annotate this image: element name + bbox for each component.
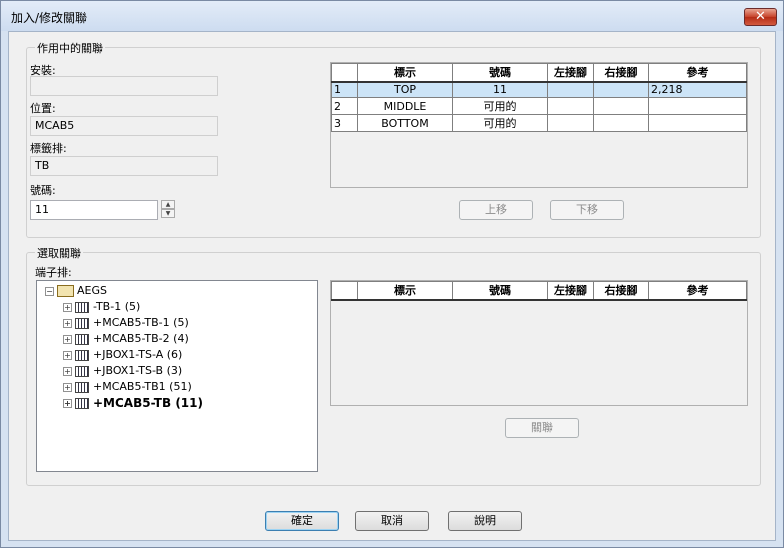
table-row[interactable]: 1 TOP 11 2,218 [331,81,747,98]
row-number-header [331,281,358,301]
row-number: 2 [331,97,358,115]
cell-right-pin[interactable] [593,114,649,132]
tree-item[interactable]: + +MCAB5-TB-2 (4) [63,331,189,347]
terminal-block-icon [75,317,89,329]
col-number-header[interactable]: 號碼 [452,63,548,83]
terminal-strip-tree[interactable]: − AEGS + -TB-1 (5) + +MCAB5-TB-1 (5) + +MCAB… [36,280,318,472]
tree-item[interactable]: + +JBOX1-TS-B (3) [63,363,182,379]
terminal-block-icon [75,349,89,361]
col-left-pin-header[interactable]: 左接腳 [547,63,594,83]
window-title: 加入/修改關聯 [11,11,88,25]
title-bar: 加入/修改關聯 ✕ [1,1,783,31]
tree-item-current[interactable]: + +MCAB5-TB (11) [63,395,203,411]
spin-down-icon[interactable]: ▼ [161,209,175,218]
number-spinner[interactable]: ▲ ▼ [161,200,175,218]
strip-label: 標籤排: [30,142,67,155]
cell-left-pin[interactable] [547,81,594,98]
cell-number[interactable]: 11 [452,81,548,98]
location-field: MCAB5 [30,116,218,136]
strip-field: TB [30,156,218,176]
spin-up-icon[interactable]: ▲ [161,200,175,209]
cell-right-pin[interactable] [593,81,649,98]
col-right-pin-header[interactable]: 右接腳 [593,281,649,301]
tree-item[interactable]: + +MCAB5-TB1 (51) [63,379,192,395]
tree-root[interactable]: − AEGS [45,283,107,299]
tree-item[interactable]: + +MCAB5-TB-1 (5) [63,315,189,331]
table-row[interactable]: 3 BOTTOM 可用的 [331,114,747,132]
select-table-header: 標示 號碼 左接腳 右接腳 參考 [331,281,747,301]
cell-reference[interactable]: 2,218 [648,81,747,98]
col-number-header[interactable]: 號碼 [452,281,548,301]
terminal-strip-label: 端子排: [35,266,72,279]
active-table-header: 標示 號碼 左接腳 右接腳 參考 [331,63,747,83]
tree-item-label: -TB-1 (5) [93,300,141,313]
col-reference-header[interactable]: 參考 [648,281,747,301]
terminal-block-icon [75,398,89,409]
tree-item-label: +MCAB5-TB1 (51) [93,380,192,393]
tree-item-label: +MCAB5-TB-2 (4) [93,332,189,345]
select-group-label: 選取關聯 [35,245,83,261]
cell-tag[interactable]: MIDDLE [357,97,453,115]
active-group-label: 作用中的關聯 [35,40,105,56]
cancel-button[interactable]: 取消 [355,511,429,531]
terminal-block-icon [75,333,89,345]
collapse-icon[interactable]: − [45,286,54,296]
location-label: 位置: [30,102,56,115]
col-reference-header[interactable]: 參考 [648,63,747,83]
dialog-window: 加入/修改關聯 ✕ 作用中的關聯 安裝: 位置: MCAB5 標籤排: TB 號… [0,0,784,548]
cell-reference[interactable] [648,97,747,115]
terminal-block-icon [75,301,89,313]
ok-button[interactable]: 確定 [265,511,339,531]
move-up-button[interactable]: 上移 [459,200,533,220]
project-icon [57,285,74,297]
expand-icon[interactable]: + [63,350,72,360]
expand-icon[interactable]: + [63,399,72,408]
tree-item-label: +MCAB5-TB-1 (5) [93,316,189,329]
tree-root-label: AEGS [77,284,107,297]
cell-reference[interactable] [648,114,747,132]
tree-item[interactable]: + -TB-1 (5) [63,299,140,315]
col-left-pin-header[interactable]: 左接腳 [547,281,594,301]
cell-tag[interactable]: BOTTOM [357,114,453,132]
col-right-pin-header[interactable]: 右接腳 [593,63,649,83]
expand-icon[interactable]: + [63,334,72,344]
expand-icon[interactable]: + [63,302,72,312]
cell-left-pin[interactable] [547,97,594,115]
col-tag-header[interactable]: 標示 [357,63,453,83]
number-label: 號碼: [30,184,56,197]
row-number: 3 [331,114,358,132]
select-table: 標示 號碼 左接腳 右接腳 參考 [331,281,747,301]
cell-number[interactable]: 可用的 [452,114,548,132]
number-input[interactable]: 11 [30,200,158,220]
tree-item-label: +JBOX1-TS-B (3) [93,364,183,377]
cell-tag[interactable]: TOP [357,81,453,98]
link-button[interactable]: 關聯 [505,418,579,438]
active-table: 標示 號碼 左接腳 右接腳 參考 1 TOP 11 2,218 2 MIDDLE [331,63,747,132]
expand-icon[interactable]: + [63,366,72,376]
close-button[interactable]: ✕ [744,8,777,26]
install-field [30,76,218,96]
help-button[interactable]: 說明 [448,511,522,531]
tree-item[interactable]: + +JBOX1-TS-A (6) [63,347,182,363]
tree-item-label: +MCAB5-TB (11) [93,396,203,410]
expand-icon[interactable]: + [63,382,72,392]
tree-item-label: +JBOX1-TS-A (6) [93,348,183,361]
col-tag-header[interactable]: 標示 [357,281,453,301]
cell-right-pin[interactable] [593,97,649,115]
row-number: 1 [331,81,358,98]
row-number-header [331,63,358,83]
active-grid[interactable]: 標示 號碼 左接腳 右接腳 參考 1 TOP 11 2,218 2 MIDDLE [330,62,748,188]
table-row[interactable]: 2 MIDDLE 可用的 [331,97,747,115]
cell-left-pin[interactable] [547,114,594,132]
cell-number[interactable]: 可用的 [452,97,548,115]
terminal-block-icon [75,365,89,377]
dialog-body: 作用中的關聯 安裝: 位置: MCAB5 標籤排: TB 號碼: 11 ▲ ▼ … [8,31,776,541]
expand-icon[interactable]: + [63,318,72,328]
move-down-button[interactable]: 下移 [550,200,624,220]
terminal-block-icon [75,381,89,393]
select-grid[interactable]: 標示 號碼 左接腳 右接腳 參考 [330,280,748,406]
